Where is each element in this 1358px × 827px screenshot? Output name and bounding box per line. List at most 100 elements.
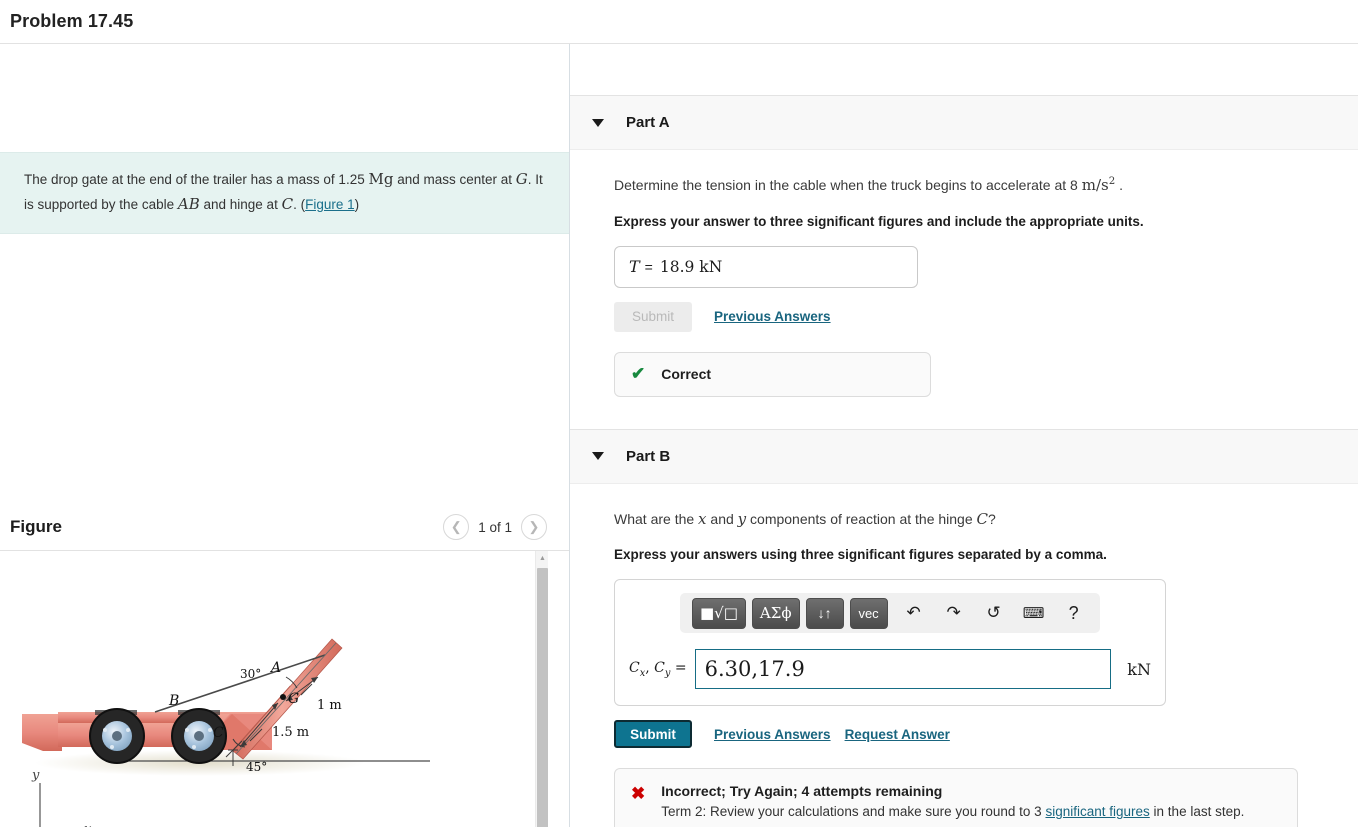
part-a-header[interactable]: Part A bbox=[570, 95, 1358, 150]
figure-scrollbar[interactable]: ▲ bbox=[535, 551, 548, 827]
part-b-request-answer-link[interactable]: Request Answer bbox=[845, 727, 950, 742]
part-gap bbox=[570, 407, 1358, 429]
svg-text:G: G bbox=[288, 691, 299, 707]
svg-text:y: y bbox=[31, 768, 40, 783]
part-a-actions: Submit Previous Answers bbox=[614, 301, 1336, 332]
part-b-label: Part B bbox=[626, 447, 671, 465]
part-b-answer-widget: ■√□ ΑΣϕ ↓↑ vec ↶ ↷ ↺ ⌨ ? Cx, Cy = 6.30,1… bbox=[614, 579, 1166, 706]
statement-text-1: The drop gate at the end of the trailer … bbox=[24, 172, 365, 187]
part-a-label: Part A bbox=[626, 114, 670, 131]
svg-text:45°: 45° bbox=[246, 760, 267, 774]
svg-text:x: x bbox=[84, 822, 92, 827]
right-pane: Part A Determine the tension in the cabl… bbox=[570, 44, 1358, 827]
feedback-detail-post: in the last step. bbox=[1153, 804, 1245, 819]
svg-text:C: C bbox=[213, 725, 224, 741]
figure-right-margin bbox=[549, 551, 569, 827]
svg-text:1 m: 1 m bbox=[317, 698, 342, 713]
greek-symbols-button[interactable]: ΑΣϕ bbox=[751, 597, 800, 629]
figure-counter: 1 of 1 bbox=[478, 519, 512, 535]
scroll-up-icon[interactable]: ▲ bbox=[536, 551, 549, 566]
feedback-detail-pre: Term 2: Review your calculations and mak… bbox=[661, 804, 1042, 819]
right-pane-spacer bbox=[570, 44, 1358, 95]
top-bar: Problem 17.45 bbox=[0, 0, 1358, 44]
template-sqrt-button[interactable]: ■√□ bbox=[692, 597, 746, 629]
part-a-answer-value: 18.9 kN bbox=[659, 257, 723, 276]
part-b-answer-label: Cx, Cy = bbox=[629, 659, 687, 679]
statement-text-4: and hinge at bbox=[203, 196, 278, 212]
svg-text:A: A bbox=[269, 660, 281, 676]
check-icon: ✔ bbox=[631, 364, 646, 383]
part-a-question: Determine the tension in the cable when … bbox=[614, 174, 1336, 197]
part-b-question-mid: and bbox=[710, 510, 734, 527]
problem-statement: The drop gate at the end of the trailer … bbox=[0, 152, 569, 234]
math-toolbar: ■√□ ΑΣϕ ↓↑ vec ↶ ↷ ↺ ⌨ ? bbox=[680, 593, 1100, 633]
part-a-submit-button: Submit bbox=[614, 301, 692, 332]
part-b-question-pre: What are the bbox=[614, 510, 695, 527]
part-b-feedback-text: Incorrect; Try Again; 4 attempts remaini… bbox=[661, 783, 1244, 822]
part-b-header[interactable]: Part B bbox=[570, 428, 1358, 484]
part-b-question-post: components of reaction at the hinge bbox=[750, 510, 973, 527]
chevron-right-icon[interactable]: ❯ bbox=[521, 514, 547, 540]
figure-1-link[interactable]: Figure 1 bbox=[305, 197, 355, 212]
paren-close: ) bbox=[354, 196, 360, 212]
chevron-down-icon[interactable] bbox=[592, 118, 604, 127]
part-b-answer-input[interactable]: 6.30,17.9 bbox=[694, 649, 1112, 689]
svg-text:B: B bbox=[168, 693, 179, 709]
svg-text:1.5 m: 1.5 m bbox=[272, 725, 309, 740]
part-b-point-c: C bbox=[976, 509, 988, 528]
part-a-previous-answers-link[interactable]: Previous Answers bbox=[714, 309, 831, 324]
part-a-feedback: ✔ Correct bbox=[614, 351, 931, 397]
part-b-var-x: x bbox=[698, 509, 707, 528]
figure-header: Figure ❮ 1 of 1 ❯ bbox=[0, 504, 569, 551]
part-b-var-y: y bbox=[737, 509, 747, 528]
part-b-feedback-title: Incorrect; Try Again; 4 attempts remaini… bbox=[661, 783, 943, 799]
part-b-question-end: ? bbox=[988, 510, 996, 527]
part-a-unit: m/s2 bbox=[1081, 176, 1116, 194]
chevron-down-icon[interactable] bbox=[592, 452, 604, 460]
page-title: Problem 17.45 bbox=[10, 11, 134, 31]
statement-point-c: C bbox=[281, 194, 294, 213]
part-b-question: What are the x and y components of react… bbox=[614, 508, 1336, 531]
content-split: The drop gate at the end of the trailer … bbox=[0, 44, 1358, 827]
part-b-previous-answers-link[interactable]: Previous Answers bbox=[714, 727, 831, 742]
significant-figures-link[interactable]: significant figures bbox=[1045, 804, 1149, 819]
scrollbar-thumb[interactable] bbox=[537, 568, 548, 827]
updown-arrows-button[interactable]: ↓↑ bbox=[805, 597, 844, 629]
figure-image: A B C G 30° 45° 1 m 1.5 m y x bbox=[0, 551, 536, 827]
part-a-answer-symbol: T bbox=[629, 257, 640, 276]
help-icon[interactable]: ? bbox=[1060, 599, 1088, 627]
part-b-submit-button[interactable]: Submit bbox=[614, 720, 692, 748]
undo-icon[interactable]: ↶ bbox=[900, 599, 928, 627]
part-b-answer-unit: kN bbox=[1127, 659, 1151, 679]
statement-unit-mass: Mg bbox=[368, 170, 394, 188]
statement-point-g: G bbox=[515, 170, 528, 188]
figure-navigation: ❮ 1 of 1 ❯ bbox=[443, 514, 547, 540]
keyboard-icon[interactable]: ⌨ bbox=[1020, 599, 1048, 627]
part-a-body: Determine the tension in the cable when … bbox=[570, 150, 1358, 407]
figure-title: Figure bbox=[10, 517, 62, 536]
part-b-feedback-detail: Term 2: Review your calculations and mak… bbox=[661, 802, 1244, 822]
part-a-question-post: . bbox=[1119, 177, 1123, 193]
part-b-actions: Submit Previous Answers Request Answer bbox=[614, 720, 1336, 748]
part-a-instruction: Express your answer to three significant… bbox=[614, 213, 1144, 229]
part-a-answer-field[interactable]: T = 18.9 kN bbox=[614, 245, 918, 288]
reset-icon[interactable]: ↺ bbox=[980, 599, 1008, 627]
part-a-equals: = bbox=[644, 258, 653, 275]
part-a-question-pre: Determine the tension in the cable when … bbox=[614, 177, 1078, 193]
statement-text-2: and mass center at bbox=[397, 172, 513, 187]
left-pane: The drop gate at the end of the trailer … bbox=[0, 44, 570, 827]
statement-text-5: . bbox=[293, 196, 297, 212]
vector-button[interactable]: vec bbox=[849, 597, 888, 629]
part-a-feedback-label: Correct bbox=[661, 366, 712, 382]
chevron-left-icon[interactable]: ❮ bbox=[443, 514, 470, 540]
statement-cable-ab: AB bbox=[177, 194, 200, 213]
x-icon: ✖ bbox=[631, 784, 646, 803]
part-b-feedback: ✖ Incorrect; Try Again; 4 attempts remai… bbox=[614, 768, 1298, 827]
part-b-body: What are the x and y components of react… bbox=[570, 484, 1358, 827]
svg-text:30°: 30° bbox=[240, 667, 261, 681]
figure-body: A B C G 30° 45° 1 m 1.5 m y x bbox=[0, 551, 569, 827]
statement-spacer bbox=[0, 44, 569, 152]
redo-icon[interactable]: ↷ bbox=[940, 599, 968, 627]
part-b-instruction: Express your answers using three signifi… bbox=[614, 547, 1107, 562]
problem-page: Problem 17.45 The drop gate at the end o… bbox=[0, 0, 1358, 827]
